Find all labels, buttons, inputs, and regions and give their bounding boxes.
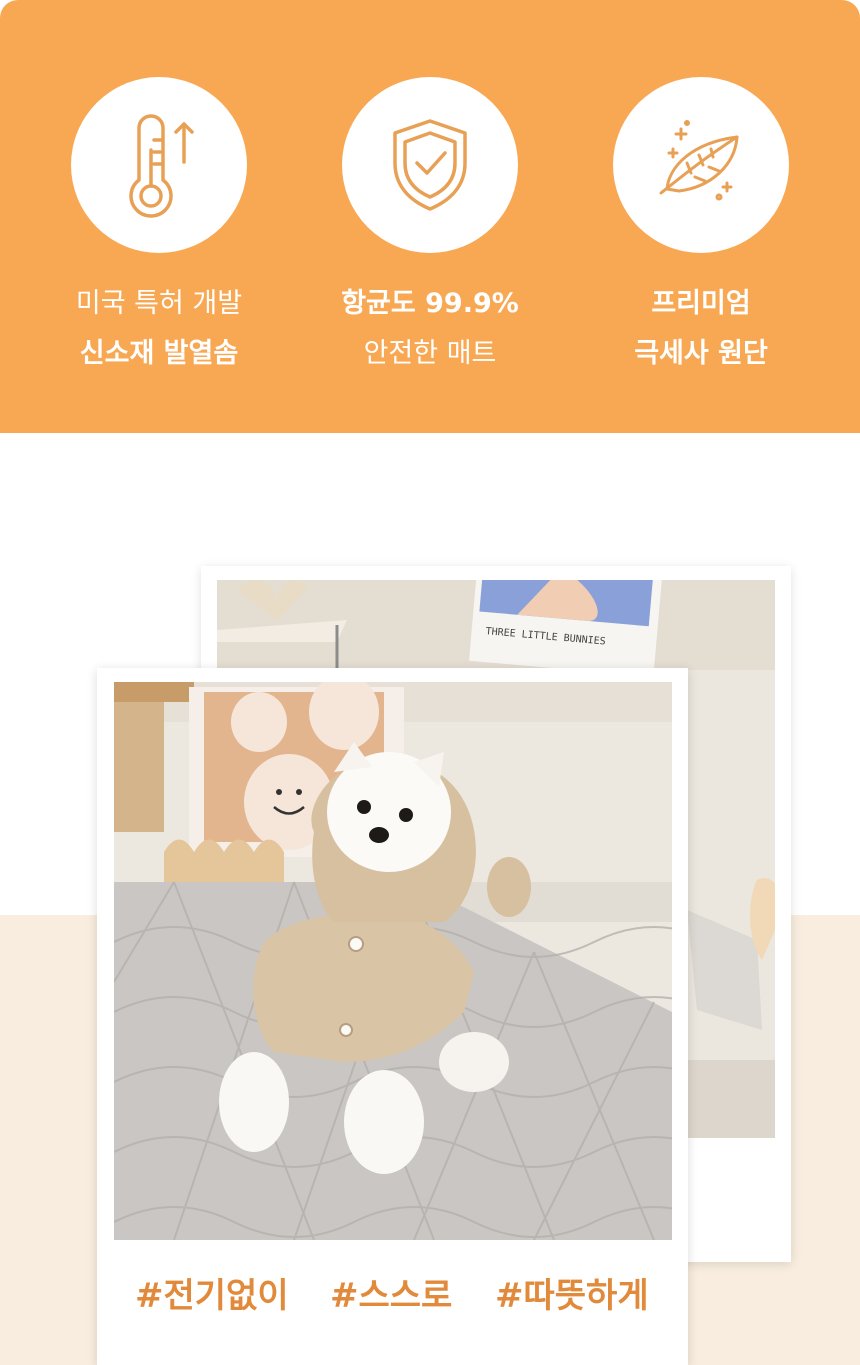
feature-line2: 극세사 원단 (634, 338, 768, 369)
hashtag-no-electricity: #전기없이 (135, 1276, 289, 1316)
feature-line2: 안전한 매트 (363, 338, 497, 369)
features-banner: 미국 특허 개발 신소재 발열솜 항균도 99.9% 안전한 매트 프리미엄 극… (0, 0, 860, 433)
feature-line1: 항균도 99.9% (341, 288, 519, 319)
feather-sparkle-icon (659, 120, 739, 201)
dog-on-mat-illustration (114, 682, 672, 1240)
feature-line2: 신소재 발열솜 (79, 338, 239, 369)
polaroid-front: #전기없이 #스스로 #따뜻하게 (97, 668, 688, 1365)
hashtag-row: #전기없이 #스스로 #따뜻하게 (97, 1268, 688, 1338)
dog-photo (114, 682, 672, 1240)
feature-icon-circle (613, 77, 789, 253)
shield-check-icon (393, 119, 467, 211)
hashtag-self: #스스로 (330, 1276, 453, 1316)
feature-premium-fleece: 프리미엄 극세사 원단 (613, 77, 789, 379)
feature-icon-circle (71, 77, 247, 253)
feature-line1: 미국 특허 개발 (75, 288, 243, 319)
feature-line1: 프리미엄 (651, 288, 751, 319)
hashtag-warmly: #따뜻하게 (495, 1276, 649, 1316)
feature-antibacterial: 항균도 99.9% 안전한 매트 (341, 77, 519, 379)
thermometer-up-icon (129, 114, 194, 218)
feature-heating: 미국 특허 개발 신소재 발열솜 (71, 77, 247, 379)
feature-icon-circle (342, 77, 518, 253)
